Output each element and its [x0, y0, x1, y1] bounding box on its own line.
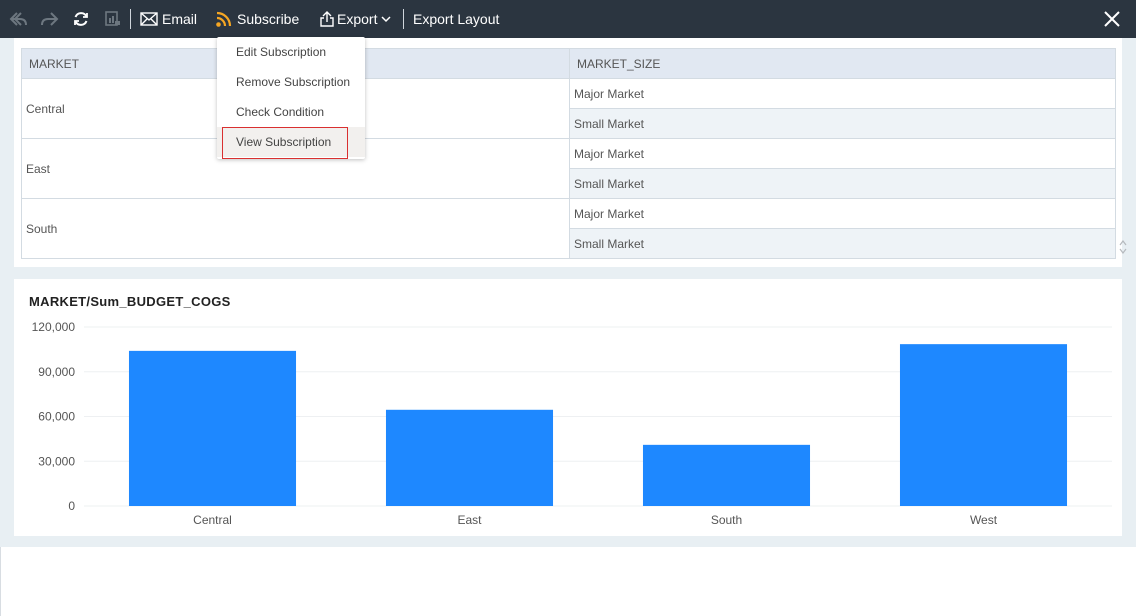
bar-central[interactable]	[128, 350, 297, 506]
refresh-button[interactable]	[72, 0, 90, 38]
export-layout-label: Export Layout	[413, 11, 500, 27]
redo-button[interactable]	[39, 0, 59, 38]
market-size-cell: Major Market	[569, 138, 1116, 169]
up-down-arrows-icon	[1119, 240, 1127, 254]
bar-chart: 0 30,000 60,000 90,000 120,000 Central East Sou…	[32, 320, 1112, 527]
chart-title: MARKET/Sum_BUDGET_COGS	[29, 294, 231, 309]
export-label: Export	[337, 11, 378, 27]
bar-east[interactable]	[385, 409, 554, 506]
refresh-icon	[72, 10, 90, 28]
market-size-cell: Small Market	[569, 228, 1116, 259]
market-cell: South	[21, 198, 570, 259]
undo-icon	[9, 10, 29, 28]
undo-button[interactable]	[9, 0, 29, 38]
y-tick-label: 120,000	[32, 320, 76, 334]
y-tick-label: 60,000	[38, 410, 75, 424]
scroll-handle[interactable]	[1118, 238, 1128, 256]
toolbar: Email Subscribe Export Export Layout	[0, 0, 1136, 38]
data-table: MARKET MARKET_SIZE Central Major Market …	[21, 48, 1116, 259]
table-row: East Major Market	[21, 138, 1116, 199]
export-icon	[319, 10, 335, 28]
y-tick-label: 0	[68, 499, 75, 513]
column-header-market-size[interactable]: MARKET_SIZE	[569, 48, 1116, 79]
y-tick-label: 30,000	[38, 454, 75, 468]
export-dropdown-button[interactable]: Export	[319, 0, 391, 38]
x-tick-label: West	[970, 513, 998, 527]
toolbar-divider	[130, 9, 131, 29]
close-icon	[1104, 11, 1120, 27]
x-tick-label: Central	[193, 513, 232, 527]
toolbar-divider	[403, 9, 404, 29]
rss-icon	[215, 10, 233, 28]
bar-south[interactable]	[642, 444, 811, 506]
table-row: Central Major Market	[21, 78, 1116, 139]
envelope-icon	[140, 12, 158, 26]
email-label: Email	[162, 11, 198, 27]
subscribe-dropdown-menu: Edit Subscription Remove Subscription Ch…	[217, 37, 365, 159]
x-tick-label: South	[711, 513, 742, 527]
market-size-cell: Major Market	[569, 78, 1116, 109]
redo-icon	[39, 10, 59, 28]
subscribe-label: Subscribe	[237, 11, 300, 27]
chart-edit-icon	[104, 10, 122, 28]
bar-west[interactable]	[899, 344, 1068, 506]
menu-item-check-condition[interactable]: Check Condition	[217, 97, 365, 127]
empty-area	[0, 547, 1136, 616]
market-size-cell: Major Market	[569, 198, 1116, 229]
email-button[interactable]: Email	[140, 0, 197, 38]
market-size-cell: Small Market	[569, 168, 1116, 199]
close-button[interactable]	[1102, 9, 1122, 29]
menu-item-edit-subscription[interactable]: Edit Subscription	[217, 37, 365, 67]
table-header-row: MARKET MARKET_SIZE	[21, 48, 1116, 79]
menu-item-view-subscription[interactable]: View Subscription	[217, 127, 365, 157]
x-tick-label: East	[457, 513, 482, 527]
table-row: South Major Market	[21, 198, 1116, 259]
chart-settings-button[interactable]	[104, 0, 122, 38]
export-layout-button[interactable]: Export Layout	[413, 0, 499, 38]
menu-item-remove-subscription[interactable]: Remove Subscription	[217, 67, 365, 97]
chevron-down-icon	[381, 15, 391, 23]
subscribe-button[interactable]: Subscribe	[215, 0, 299, 38]
market-size-cell: Small Market	[569, 108, 1116, 139]
y-tick-label: 90,000	[38, 365, 75, 379]
